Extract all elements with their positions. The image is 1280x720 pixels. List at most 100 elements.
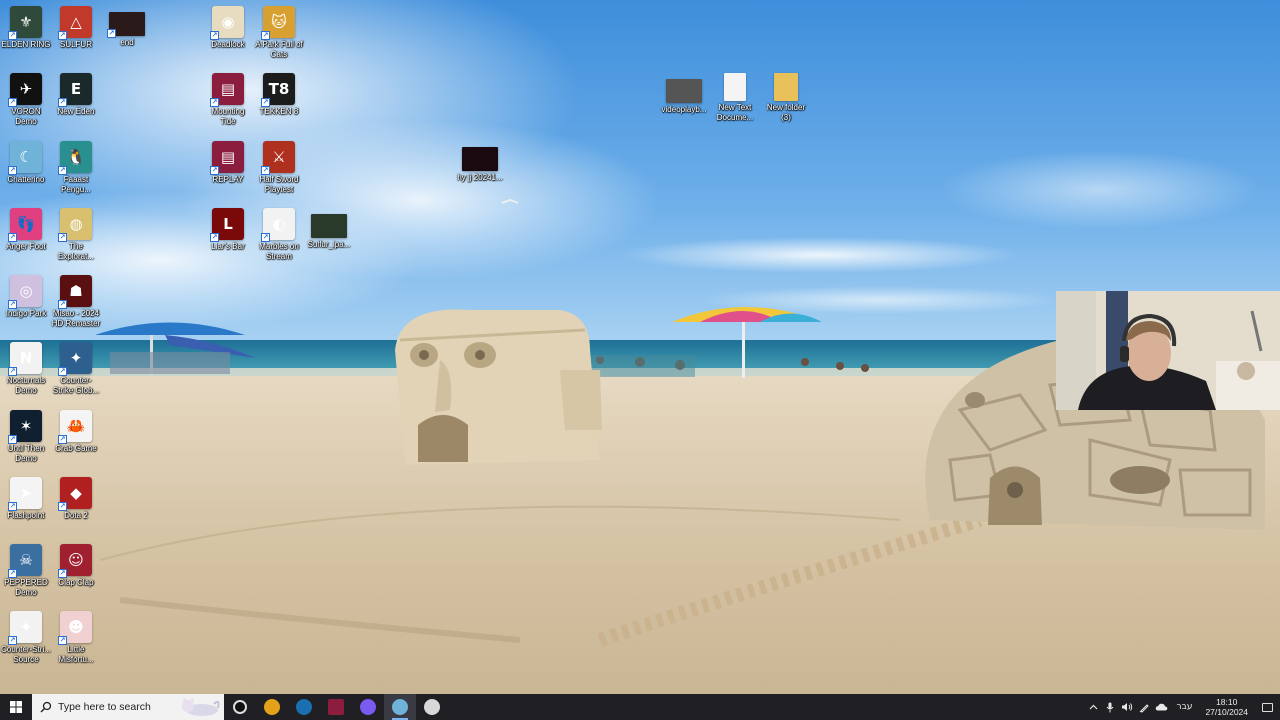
exploration-icon: ◍ ↗ [58, 208, 92, 242]
desktop-icon-label: Dota 2 [64, 511, 88, 520]
taskbar-app-button[interactable] [288, 694, 320, 720]
desktop-icon-label: end [120, 38, 134, 47]
taskbar-app-button[interactable] [256, 694, 288, 720]
desktop-icon[interactable]: ✶ ↗ Until Then Demo [0, 406, 52, 463]
shortcut-arrow-icon: ↗ [261, 31, 270, 40]
desktop-icon[interactable]: ✦ ↗ Counter-Strike Glob... [50, 338, 102, 395]
cloud-icon[interactable] [1153, 694, 1170, 720]
desktop-icon[interactable]: 🐧 ↗ Faaast Pengu... [50, 137, 102, 194]
shortcut-arrow-icon: ↗ [210, 166, 219, 175]
desktop-icon-label: New folder (3) [766, 103, 806, 122]
desktop-icon[interactable]: E ↗ New Eden [50, 69, 102, 117]
video-icon: ↗ [107, 12, 145, 38]
desktop-icon[interactable]: ☠ ↗ PEPPERED Demo [0, 540, 52, 597]
desktop-icon[interactable]: 👣 ↗ Anger Foot [0, 204, 52, 252]
desktop-icon[interactable]: ☻ ↗ Little Misfortu... [50, 607, 102, 664]
desktop-icon[interactable]: hy jj 20241... [454, 137, 506, 183]
notification-button[interactable] [1254, 694, 1280, 720]
text-file-icon [724, 73, 746, 101]
windows-logo-icon [10, 701, 22, 713]
penguin-icon: 🐧 ↗ [58, 141, 92, 175]
desktop-icon-label: A Park Full of Cats [255, 40, 303, 59]
shortcut-arrow-icon: ↗ [58, 435, 67, 444]
pen-icon[interactable] [1136, 694, 1153, 720]
taskbar-app-button[interactable] [416, 694, 448, 720]
taskbar-app-button[interactable] [224, 694, 256, 720]
shortcut-arrow-icon: ↗ [8, 367, 17, 376]
desktop-icon[interactable]: Sulfur_ipa... [303, 204, 355, 250]
desktop-icon[interactable]: videoplayb... [658, 69, 710, 115]
clock[interactable]: 18:10 27/10/2024 [1199, 697, 1254, 717]
desktop-icon[interactable]: ◎ ↗ Indigo Park [0, 271, 52, 319]
volume-icon[interactable] [1119, 694, 1136, 720]
desktop-icon-label: Until Then Demo [7, 444, 45, 463]
desktop-icon[interactable]: ➤ ↗ Flashpoint [0, 473, 52, 521]
csgo-icon: ✦ ↗ [58, 342, 92, 376]
search-placeholder: Type here to search [58, 701, 151, 713]
desktop-icon-label: Misao - 2024 HD Remaster [51, 309, 101, 328]
cats-icon: 🐱 ↗ [261, 6, 295, 40]
desktop-icon-label: Half Sword Playtest [259, 175, 299, 194]
desktop-icon[interactable]: ◆ ↗ Dota 2 [50, 473, 102, 521]
desktop-icon-label: Deadlock [211, 40, 245, 49]
desktop-icon[interactable]: △ ↗ SULFUR [50, 2, 102, 50]
chatterino-icon [392, 699, 408, 715]
chevron-up-icon[interactable] [1085, 694, 1102, 720]
microphone-icon[interactable] [1102, 694, 1119, 720]
desktop-icon[interactable]: ↗ end [101, 2, 153, 48]
clock-time: 18:10 [1216, 697, 1238, 707]
desktop-icon-label: REPLAY [212, 175, 244, 184]
desktop-icon[interactable]: ✈ ↗ VORON Demo [0, 69, 52, 126]
desktop-icon[interactable]: ⚜ ↗ ELDEN RING [0, 2, 52, 50]
desktop-icon[interactable]: ◉ ↗ Deadlock [202, 2, 254, 50]
shortcut-arrow-icon: ↗ [58, 569, 67, 578]
shortcut-arrow-icon: ↗ [58, 98, 67, 107]
folder-icon [774, 73, 798, 101]
desktop-icon[interactable]: ▤ ↗ REPLAY [202, 137, 254, 185]
language-indicator[interactable]: עבר [1170, 702, 1200, 712]
desktop-icon[interactable]: L ↗ Liar's Bar [202, 204, 254, 252]
search-highlight-icon [182, 697, 220, 716]
taskbar-app-button[interactable] [384, 694, 416, 720]
desktop-icon[interactable]: ▤ ↗ Mounting Tide [202, 69, 254, 126]
misao-icon: ☗ ↗ [58, 275, 92, 309]
shortcut-arrow-icon: ↗ [8, 569, 17, 578]
taskbar-search-box[interactable]: Type here to search [32, 694, 224, 720]
video-file-icon [311, 214, 347, 238]
desktop-icon[interactable]: ☾ ↗ Chatterino [0, 137, 52, 185]
task-view-icon [233, 700, 247, 714]
desktop-icon[interactable]: T8 ↗ TEKKEN 8 [253, 69, 305, 117]
taskbar-app-button[interactable] [352, 694, 384, 720]
video-file-icon [666, 79, 702, 103]
flashpoint-icon: ➤ ↗ [8, 477, 42, 511]
desktop-icon[interactable]: 🦀 ↗ Crab Game [50, 406, 102, 454]
desktop-icon[interactable]: ◍ ↗ The Explorat... [50, 204, 102, 261]
desktop-icon[interactable]: ⚔ ↗ Half Sword Playtest [253, 137, 305, 194]
shortcut-arrow-icon: ↗ [8, 502, 17, 511]
sulfur-icon: △ ↗ [58, 6, 92, 40]
shortcut-arrow-icon: ↗ [8, 233, 17, 242]
desktop-icon[interactable]: ☺ ↗ Clap Clap [50, 540, 102, 588]
desktop-icon-label: Nocturnals Demo [6, 376, 46, 395]
crab-game-icon: 🦀 ↗ [58, 410, 92, 444]
new-eden-icon: E ↗ [58, 73, 92, 107]
shortcut-arrow-icon: ↗ [58, 300, 67, 309]
webcam-feed [1056, 291, 1280, 410]
desktop-icon-label: videoplayb... [661, 105, 707, 114]
desktop-icon[interactable]: New folder (3) [760, 69, 812, 122]
obs-icon [424, 699, 440, 715]
desktop-icon[interactable]: New Text Docume... [709, 69, 761, 122]
desktop-icon[interactable]: ☗ ↗ Misao - 2024 HD Remaster [50, 271, 102, 328]
start-button[interactable] [0, 694, 32, 720]
desktop-icon[interactable]: ✦ ↗ Counter-Stri... Source [0, 607, 52, 664]
desktop-icon[interactable]: ◐ ↗ Marbles on Stream [253, 204, 305, 261]
shortcut-arrow-icon: ↗ [8, 166, 17, 175]
shortcut-arrow-icon: ↗ [261, 98, 270, 107]
desktop-icon[interactable]: N ↗ Nocturnals Demo [0, 338, 52, 395]
taskbar-app-button[interactable] [320, 694, 352, 720]
shortcut-arrow-icon: ↗ [8, 98, 17, 107]
dota-icon: ◆ ↗ [58, 477, 92, 511]
clap-clap-icon: ☺ ↗ [58, 544, 92, 578]
desktop-icon[interactable]: 🐱 ↗ A Park Full of Cats [253, 2, 305, 59]
shortcut-arrow-icon: ↗ [210, 31, 219, 40]
